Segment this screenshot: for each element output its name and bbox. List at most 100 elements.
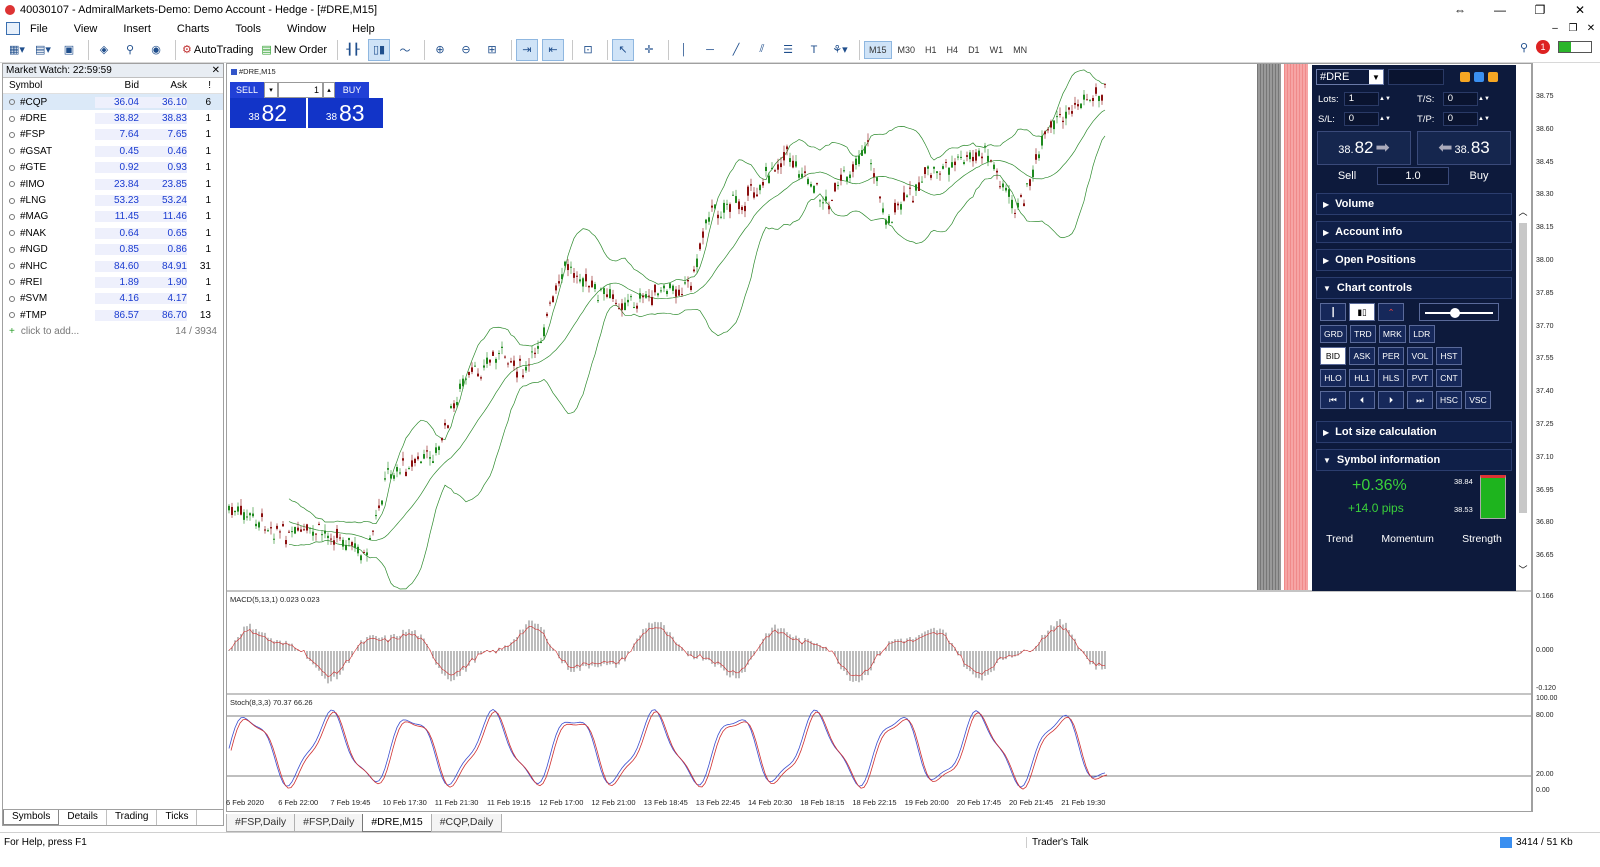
lot-dropdown-icon[interactable]: ▾ — [264, 82, 278, 98]
copy-icon[interactable] — [1460, 72, 1470, 82]
table-row[interactable]: #CQP 36.04 36.10 6 — [3, 94, 223, 111]
section-symbol-info[interactable]: ▼ Symbol information — [1316, 449, 1512, 471]
new-chart-icon[interactable]: ▦▾ — [6, 39, 28, 61]
col-bid[interactable]: Bid — [95, 80, 139, 91]
text-icon[interactable]: T — [803, 39, 825, 61]
ts-spin-icon[interactable]: ▲▼ — [1478, 96, 1490, 102]
sell-label[interactable]: Sell — [1317, 170, 1377, 182]
table-row[interactable]: #IMO 23.84 23.85 1 — [3, 176, 223, 192]
table-row[interactable]: #GTE 0.92 0.93 1 — [3, 160, 223, 176]
minimize-button[interactable]: — — [1480, 0, 1520, 20]
table-row[interactable]: #SVM 4.16 4.17 1 — [3, 291, 223, 307]
hsc-button[interactable]: HSC — [1436, 391, 1462, 409]
tab-ticks[interactable]: Ticks — [157, 810, 198, 825]
table-row[interactable]: #FSP 7.64 7.65 1 — [3, 127, 223, 143]
cc-button-per[interactable]: PER — [1378, 347, 1404, 365]
scrollbar-thumb[interactable] — [1519, 223, 1527, 513]
section-lot-size[interactable]: ▶ Lot size calculation — [1316, 421, 1512, 443]
tf-m15[interactable]: M15 — [864, 40, 892, 59]
cc-button-ask[interactable]: ASK — [1349, 347, 1375, 365]
chart-tab-dre-m15[interactable]: #DRE,M15 — [362, 814, 432, 832]
trade-sell-button[interactable]: 38. 82 ➡ — [1317, 131, 1411, 165]
tab-trading[interactable]: Trading — [107, 810, 158, 825]
lots-spin-icon[interactable]: ▲▼ — [1379, 96, 1391, 102]
tf-d1[interactable]: D1 — [964, 41, 984, 59]
line-chart-icon[interactable]: 〜 — [394, 39, 416, 61]
mdi-minimize-button[interactable]: – — [1546, 20, 1564, 37]
table-row[interactable]: #TMP 86.57 86.70 13 — [3, 307, 223, 323]
last-bar-icon[interactable]: ⏭ — [1407, 391, 1433, 409]
trade-buy-button[interactable]: ⬅ 38. 83 — [1417, 131, 1511, 165]
cc-button-hlo[interactable]: HLO — [1320, 369, 1346, 387]
expand-icon[interactable] — [1488, 72, 1498, 82]
cc-button-cnt[interactable]: CNT — [1436, 369, 1462, 387]
menu-file[interactable]: File — [30, 23, 48, 35]
menu-tools[interactable]: Tools — [235, 23, 261, 35]
table-row[interactable]: #NGD 0.85 0.86 1 — [3, 242, 223, 258]
status-traders-talk[interactable]: Trader's Talk — [1026, 836, 1088, 848]
menu-window[interactable]: Window — [287, 23, 326, 35]
zoom-slider[interactable] — [1419, 303, 1499, 321]
tf-mn[interactable]: MN — [1009, 41, 1031, 59]
search-icon[interactable]: ⚲ — [1520, 41, 1528, 54]
menu-charts[interactable]: Charts — [177, 23, 209, 35]
next-bar-icon[interactable]: ⏵ — [1378, 391, 1404, 409]
section-account-info[interactable]: ▶ Account info — [1316, 221, 1512, 243]
section-open-positions[interactable]: ▶ Open Positions — [1316, 249, 1512, 271]
price-axis[interactable]: 38.75 38.60 38.45 38.30 38.15 38.00 37.85 37.70… — [1532, 63, 1600, 812]
tp-input[interactable]: 0 — [1442, 112, 1478, 126]
buy-label[interactable]: Buy — [1449, 170, 1509, 182]
oneclick-sell-price[interactable]: 38 82 — [230, 98, 306, 128]
bar-chart-icon[interactable]: ┨┠ — [342, 39, 364, 61]
line-type-icon[interactable]: ⌃ — [1378, 303, 1404, 321]
menu-insert[interactable]: Insert — [123, 23, 151, 35]
indicators-icon[interactable]: ⊡ — [577, 39, 599, 61]
cc-button-grd[interactable]: GRD — [1320, 325, 1347, 343]
tab-details[interactable]: Details — [59, 810, 107, 825]
time-axis[interactable]: 6 Feb 2020 6 Feb 22:00 7 Feb 19:45 10 Feb 1… — [226, 797, 1532, 811]
col-symbol[interactable]: Symbol — [3, 80, 95, 91]
oneclick-buy-price[interactable]: 38 83 — [307, 98, 383, 128]
oneclick-lot-input[interactable]: 1 — [278, 82, 323, 98]
col-ask[interactable]: Ask — [139, 80, 187, 91]
tf-w1[interactable]: W1 — [986, 41, 1008, 59]
cc-button-hst[interactable]: HST — [1436, 347, 1462, 365]
trade-search-field[interactable] — [1388, 69, 1444, 85]
chart-tab-fsp-daily-2[interactable]: #FSP,Daily — [294, 814, 364, 832]
menu-help[interactable]: Help — [352, 23, 375, 35]
candle-type-icon[interactable]: ▮▯ — [1349, 303, 1375, 321]
tile-windows-icon[interactable]: ⊞ — [481, 39, 503, 61]
zoom-in-icon[interactable]: ⊕ — [429, 39, 451, 61]
oneclick-sell-button[interactable]: SELL — [230, 82, 264, 98]
new-order-button[interactable]: ▤ New Order — [259, 39, 329, 61]
navigator-icon[interactable]: ◈ — [93, 39, 115, 61]
chart-tab-fsp-daily-1[interactable]: #FSP,Daily — [226, 814, 296, 832]
sl-input[interactable]: 0 — [1343, 112, 1379, 126]
table-row[interactable]: #NAK 0.64 0.65 1 — [3, 225, 223, 241]
trendline-icon[interactable]: ╱ — [725, 39, 747, 61]
lots-input[interactable]: 1 — [1343, 92, 1379, 106]
close-icon[interactable]: ✕ — [212, 65, 220, 76]
col-spread[interactable]: ! — [187, 80, 215, 91]
menu-view[interactable]: View — [74, 23, 98, 35]
chart-shift-icon[interactable]: ⇤ — [542, 38, 564, 61]
cc-button-ldr[interactable]: LDR — [1408, 325, 1435, 343]
channel-icon[interactable]: ⫽ — [751, 39, 773, 61]
section-chart-controls[interactable]: ▼ Chart controls — [1316, 277, 1512, 299]
crosshair-icon[interactable]: ✛ — [638, 39, 660, 61]
cc-button-bid[interactable]: BID — [1320, 347, 1346, 365]
table-row[interactable]: #REI 1.89 1.90 1 — [3, 274, 223, 290]
chevron-down-icon[interactable]: ﹀ — [1517, 563, 1529, 576]
cc-button-hl1[interactable]: HL1 — [1349, 369, 1375, 387]
table-row[interactable]: #LNG 53.23 53.24 1 — [3, 192, 223, 208]
oneclick-buy-button[interactable]: BUY — [335, 82, 369, 98]
settings-icon[interactable] — [1474, 72, 1484, 82]
mdi-restore-button[interactable]: ❐ — [1564, 20, 1582, 37]
first-bar-icon[interactable]: ⏮ — [1320, 391, 1346, 409]
cc-button-vol[interactable]: VOL — [1407, 347, 1433, 365]
table-row[interactable]: #GSAT 0.45 0.46 1 — [3, 143, 223, 159]
vertical-line-icon[interactable]: │ — [673, 39, 695, 61]
tp-spin-icon[interactable]: ▲▼ — [1478, 116, 1490, 122]
terminal-icon[interactable]: ⚲ — [119, 39, 141, 61]
lot-value-input[interactable]: 1.0 — [1377, 167, 1449, 185]
